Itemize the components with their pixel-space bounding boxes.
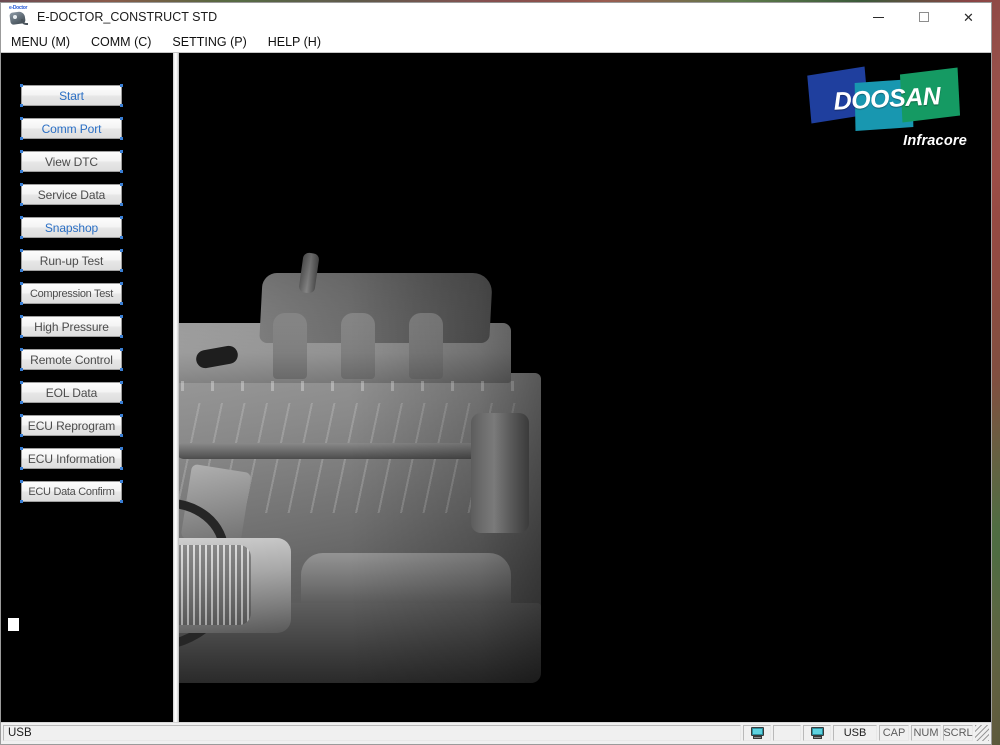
app-icon-tag: e-Doctor xyxy=(9,5,28,11)
window-controls: ✕ xyxy=(856,3,991,31)
minimize-icon xyxy=(873,16,884,18)
run-up-test-button[interactable]: Run-up Test xyxy=(20,249,123,272)
caps-lock-indicator: CAP xyxy=(879,725,909,741)
menu-item-help[interactable]: HELP (H) xyxy=(268,35,330,49)
ecu-data-confirm-button[interactable]: ECU Data Confirm xyxy=(20,480,123,503)
start-button[interactable]: Start xyxy=(20,84,123,107)
num-lock-indicator: NUM xyxy=(911,725,941,741)
menu-item-setting[interactable]: SETTING (P) xyxy=(172,35,255,49)
resize-grip[interactable] xyxy=(975,725,989,741)
eol-data-button[interactable]: EOL Data xyxy=(20,381,123,404)
diesel-engine-photo xyxy=(179,252,701,722)
close-icon: ✕ xyxy=(963,9,974,25)
panel-divider[interactable] xyxy=(173,53,179,722)
main-display-area: DOOSAN Infracore xyxy=(179,53,991,722)
maximize-icon xyxy=(918,12,929,22)
view-dtc-button[interactable]: View DTC xyxy=(20,150,123,173)
ecu-reprogram-button[interactable]: ECU Reprogram xyxy=(20,414,123,437)
connection-mode-cell: USB xyxy=(833,725,877,741)
menu-item-comm[interactable]: COMM (C) xyxy=(91,35,160,49)
status-message: USB xyxy=(3,725,741,741)
service-data-button[interactable]: Service Data xyxy=(20,183,123,206)
scroll-lock-indicator: SCRL xyxy=(943,725,973,741)
command-panel: Start Comm Port View DTC Service Data Sn… xyxy=(1,53,173,722)
computer-icon xyxy=(750,727,764,739)
title-bar: e-Doctor E-DOCTOR_CONSTRUCT STD ✕ xyxy=(1,3,991,31)
remote-control-button[interactable]: Remote Control xyxy=(20,348,123,371)
computer-icon-cell-2 xyxy=(803,725,831,741)
command-button-stack: Start Comm Port View DTC Service Data Sn… xyxy=(20,84,123,514)
minimize-button[interactable] xyxy=(856,3,901,31)
status-bar: USB USB CAP NUM SCRL xyxy=(1,722,991,744)
compression-test-button[interactable]: Compression Test xyxy=(20,282,123,305)
computer-icon-cell-1 xyxy=(743,725,771,741)
client-area: Start Comm Port View DTC Service Data Sn… xyxy=(1,52,991,722)
app-icon-lens xyxy=(13,15,17,19)
panel-marker xyxy=(8,618,19,631)
window-title: E-DOCTOR_CONSTRUCT STD xyxy=(37,10,218,24)
app-icon-cord xyxy=(21,19,28,25)
e-doctor-app-icon: e-Doctor xyxy=(8,6,30,28)
computer-icon xyxy=(810,727,824,739)
menu-bar: MENU (M) COMM (C) SETTING (P) HELP (H) xyxy=(1,31,991,52)
doosan-logo: DOOSAN Infracore xyxy=(807,66,967,169)
high-pressure-button[interactable]: High Pressure xyxy=(20,315,123,338)
ecu-information-button[interactable]: ECU Information xyxy=(20,447,123,470)
maximize-button[interactable] xyxy=(901,3,946,31)
application-window: e-Doctor E-DOCTOR_CONSTRUCT STD ✕ MENU (… xyxy=(0,2,992,745)
snapshop-button[interactable]: Snapshop xyxy=(20,216,123,239)
menu-item-menu[interactable]: MENU (M) xyxy=(11,35,79,49)
comm-port-button[interactable]: Comm Port xyxy=(20,117,123,140)
logo-subbrand: Infracore xyxy=(903,133,967,149)
status-spacer-cell xyxy=(773,725,801,741)
close-button[interactable]: ✕ xyxy=(946,3,991,31)
